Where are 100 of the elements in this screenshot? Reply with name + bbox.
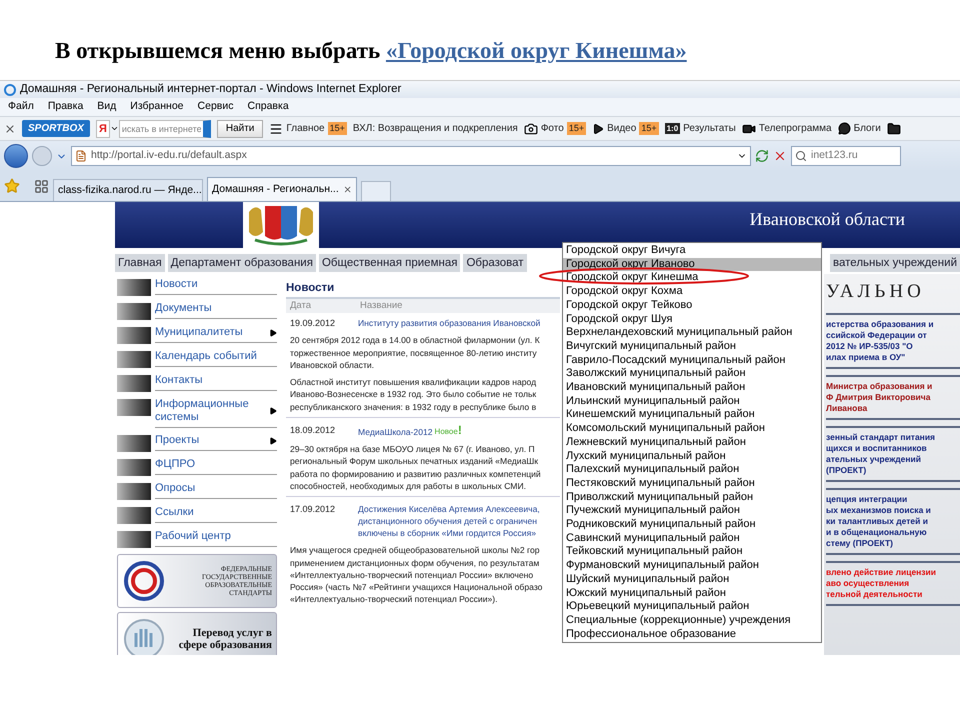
dropdown-option[interactable]: Пестяковский муниципальный район (563, 476, 821, 491)
news-headline[interactable]: МедиаШкола-2012 (358, 426, 433, 438)
dropdown-option[interactable]: Городской округ Вичуга (563, 244, 821, 258)
sidebar-link[interactable]: Документы (155, 302, 277, 319)
dropdown-option[interactable]: Профессиональное образование (563, 628, 821, 642)
toolbar-link[interactable]: Фото (540, 121, 564, 136)
sidebar-link[interactable]: Муниципалитеты (155, 326, 277, 343)
new-label: Новое! (434, 424, 462, 438)
sidebar-link[interactable]: Календарь событий (155, 350, 277, 367)
sidebar-link[interactable]: Рабочий центр (155, 530, 277, 547)
menu-bullet (117, 483, 151, 500)
toolbar-link[interactable]: Видео (607, 121, 636, 136)
toolbar-link[interactable]: Главное (286, 121, 325, 136)
dropdown-option[interactable]: Городской округ Тейково (563, 298, 821, 313)
browser-tab[interactable]: class-fizika.narod.ru — Янде... (53, 179, 203, 201)
dropdown-option[interactable]: Юрьевецкий муниципальный район (563, 600, 821, 614)
nav-tab[interactable]: Главная (115, 254, 165, 272)
news-text: 20 сентября 2012 года в 14.00 в областной филармонии (ул. К торжественное мероприятие, посвященное 80-летию институ Ивановской области. (289, 334, 541, 372)
address-field[interactable]: http://portal.iv-edu.ru/default.aspx (71, 146, 751, 166)
toolbar-link[interactable]: Блоги (854, 121, 881, 136)
nav-tab[interactable]: вательных учреждений (830, 254, 960, 272)
dropdown-option[interactable]: Городской округ Шуя (563, 312, 821, 326)
dropdown-option[interactable]: Южский муниципальный район (563, 586, 821, 600)
dropdown-option[interactable]: Заволжский муниципальный район (563, 367, 821, 382)
sidebar-link[interactable]: Новости (155, 278, 277, 295)
region-title: Ивановской области (750, 208, 905, 231)
find-button[interactable]: Найти (216, 120, 264, 138)
browser-tab[interactable]: Домашняя - Региональн... (207, 177, 357, 201)
menu-item[interactable]: Справка (247, 99, 289, 115)
dropdown-option[interactable]: Родниковский муниципальный район (563, 518, 821, 532)
dropdown-option[interactable]: Городской округ Иваново (563, 258, 821, 272)
news-text: Имя учащегося средней общеобразовательной школы №2 гор применением дистанционных форм обучения, по результатам «Интеллектуально-творческий потенциал России» включено Россия» (часть №7 «Рейтинги учащихся Национальной образо «Интеллектуально-творческий потенциал России»). (289, 544, 544, 606)
instruction-text: В открывшемся меню выбрать «Городской округ Кинешма» (55, 36, 687, 65)
toolbar-link[interactable]: Результаты (683, 121, 736, 136)
toolbar-link[interactable]: Телепрограмма (758, 121, 832, 136)
dropdown-option[interactable]: Городской округ Кохма (563, 285, 821, 299)
submenu-arrow-icon (269, 328, 277, 336)
notice-link[interactable]: цепция интеграции ых механизмов поиска и ки талантливых детей и и в общенациональную стему (ПРОЕКТ) (826, 494, 960, 548)
news-date: 17.09.2012 (290, 503, 336, 516)
back-button[interactable] (4, 144, 28, 168)
grid-icon[interactable] (34, 178, 49, 194)
dropdown-option[interactable]: Лухский муниципальный район (563, 450, 821, 464)
nav-tab[interactable]: Образоват (463, 254, 527, 272)
banner[interactable]: Перевод услуг в сфере образования (117, 612, 277, 655)
dropdown-option[interactable]: Комсомольский муниципальный район (563, 422, 821, 436)
submenu-arrow-icon (269, 407, 277, 415)
sidebar-link[interactable]: Информационные системы (155, 398, 277, 428)
page-icon (75, 150, 87, 162)
sidebar-link[interactable]: Ссылки (155, 506, 277, 523)
notice-link[interactable]: истерства образования и ссийской Федерации от 2012 № ИР-535/03 "О илах приема в ОУ" (826, 318, 960, 362)
dropdown-option[interactable]: Тейковский муниципальный район (563, 545, 821, 560)
banner-text: Перевод услуг в сфере образования (178, 627, 272, 651)
favorites-star-icon[interactable] (4, 178, 20, 194)
notice-link[interactable]: Министра образования и Ф Дмитрия Викторовича Ливанова (826, 380, 960, 414)
dropdown-option[interactable]: Палехский муниципальный район (563, 463, 821, 477)
sidebar-link[interactable]: Опросы (155, 482, 277, 499)
news-headline[interactable]: Институту развития образования Ивановской (358, 317, 540, 330)
menu-bullet (117, 459, 151, 476)
sidebar-link[interactable]: Контакты (155, 374, 277, 391)
refresh-icon[interactable] (755, 149, 769, 163)
menu-item[interactable]: Правка (48, 99, 84, 115)
dropdown-option[interactable]: Лежневский муниципальный район (563, 436, 821, 450)
dropdown-option[interactable]: Пучежский муниципальный район (563, 504, 821, 518)
stop-icon[interactable] (773, 149, 787, 163)
toolbar-link[interactable]: ВХЛ: Возвращения и подкрепления (352, 121, 518, 136)
web-search-field[interactable]: inet123.ru (791, 146, 901, 166)
dropdown-option[interactable]: Ильинский муниципальный район (563, 394, 821, 408)
nav-tab[interactable]: Департамент образования (168, 254, 316, 272)
news-date: 18.09.2012 (290, 424, 336, 438)
play-icon (592, 122, 604, 134)
news-headline[interactable]: Достижения Киселёва Артемия Алексеевича, дистанционного обучения детей с ограничен включены в сборник «Ими гордится Россия» (358, 503, 540, 540)
menu-item[interactable]: Избранное (130, 99, 184, 115)
dropdown-option[interactable]: Вичугский муниципальный район (563, 340, 821, 354)
notice-link[interactable]: зенный стандарт питания щихся и воспитанников ательных учреждений (ПРОЕКТ) (826, 432, 960, 476)
sidebar-link[interactable]: Проекты (155, 434, 277, 451)
score-icon: 1:0 (664, 123, 680, 134)
dropdown-option[interactable]: Верхнеландеховский муниципальный район (563, 326, 821, 340)
sidebar-link[interactable]: ФЦПРО (155, 458, 277, 475)
dropdown-option[interactable]: Шуйский муниципальный район (563, 572, 821, 587)
instruction-link[interactable]: «Городской округ Кинешма» (386, 38, 687, 62)
close-icon[interactable] (342, 184, 352, 195)
dropdown-option[interactable]: Городской округ Кинешма (563, 271, 821, 286)
dropdown-option[interactable]: Гаврило-Посадский муниципальный район (563, 354, 821, 368)
menu-item[interactable]: Файл (8, 99, 34, 115)
dropdown-option[interactable]: Ивановский муниципальный район (563, 381, 821, 395)
notice-link[interactable]: влено действие лицензии аво осуществления тельной деятельности (826, 566, 960, 600)
search-icon (795, 150, 807, 162)
menu-item[interactable]: Сервис (198, 99, 234, 115)
close-icon[interactable] (4, 122, 16, 134)
nav-tab[interactable]: Общественная приемная (318, 254, 460, 272)
dropdown-option[interactable]: Савинский муниципальный район (563, 532, 821, 546)
dropdown-option[interactable]: Фурмановский муниципальный район (563, 559, 821, 573)
menu-bullet (117, 351, 151, 368)
dropdown-option[interactable]: Приволжский муниципальный район (563, 490, 821, 504)
section-heading: УАЛЬНО (826, 280, 926, 304)
menu-item[interactable]: Вид (97, 99, 116, 115)
dropdown-option[interactable]: Кинешемский муниципальный район (563, 408, 821, 422)
brand-logo[interactable]: SPORTBOX (22, 120, 90, 137)
search-field[interactable]: искать в интернете (118, 120, 211, 138)
dropdown-option[interactable]: Специальные (коррекционные) учреждения (563, 614, 821, 628)
